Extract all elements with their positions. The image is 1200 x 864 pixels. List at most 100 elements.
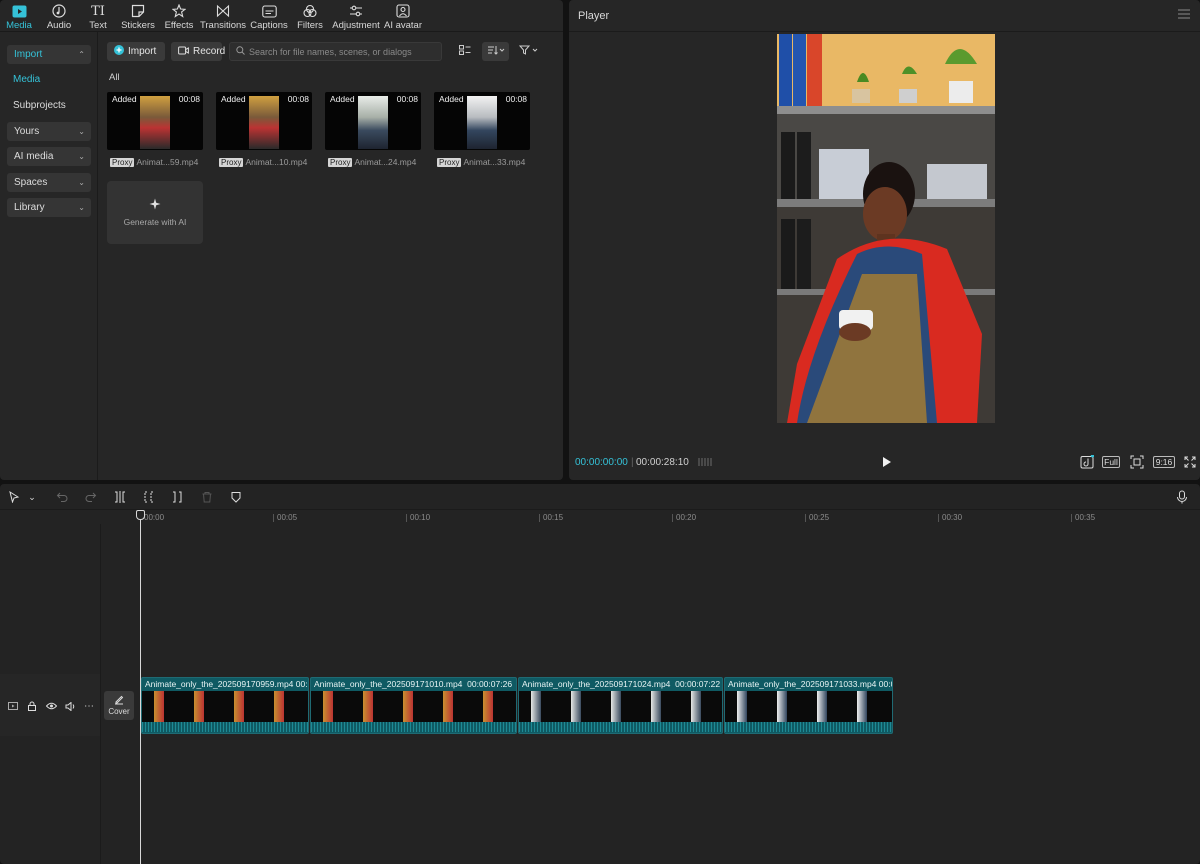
import-button[interactable]: Import bbox=[107, 42, 165, 61]
clip-frame bbox=[639, 691, 679, 723]
delete-button[interactable] bbox=[199, 489, 215, 505]
fit-screen-button[interactable] bbox=[1129, 454, 1145, 470]
clip-label: Animate_only_the_202509171010.mp4 00:00:… bbox=[314, 679, 512, 689]
sidebar-item-library[interactable]: Library ⌄ bbox=[7, 198, 91, 217]
generate-with-ai-button[interactable]: Generate with AI bbox=[107, 181, 203, 244]
captions-icon bbox=[261, 3, 277, 19]
tab-media[interactable]: Media bbox=[0, 0, 38, 32]
file-name: Animat...33.mp4 bbox=[463, 157, 526, 167]
timeline-clip[interactable]: Animate_only_the_202509171024.mp4 00:00:… bbox=[518, 677, 723, 734]
view-toggle-button[interactable] bbox=[456, 42, 474, 61]
tab-stickers-label: Stickers bbox=[121, 20, 155, 31]
playhead[interactable] bbox=[140, 510, 141, 864]
undo-icon bbox=[56, 492, 68, 502]
marker-button[interactable] bbox=[228, 489, 244, 505]
video-preview[interactable] bbox=[777, 34, 995, 423]
shield-icon bbox=[231, 492, 241, 503]
tab-stickers[interactable]: Stickers bbox=[116, 0, 160, 32]
tab-ai-avatar-label: AI avatar bbox=[383, 20, 423, 31]
sidebar-item-yours[interactable]: Yours ⌄ bbox=[7, 122, 91, 141]
thumbnail-image bbox=[358, 96, 388, 149]
tab-audio[interactable]: Audio bbox=[38, 0, 80, 32]
record-button[interactable]: Record bbox=[171, 42, 225, 61]
track-header-divider bbox=[100, 524, 101, 864]
undo-button[interactable] bbox=[54, 489, 70, 505]
clip-frame bbox=[391, 691, 431, 723]
fullscreen-button[interactable] bbox=[1183, 454, 1197, 470]
trash-icon bbox=[202, 492, 212, 503]
media-item-name: Proxy Animat...24.mp4 bbox=[328, 157, 416, 167]
speaker-icon[interactable] bbox=[64, 700, 76, 712]
sparkle-icon bbox=[149, 198, 161, 212]
trim-left-icon bbox=[144, 491, 153, 503]
proxy-badge: Proxy bbox=[219, 157, 244, 167]
duration-label: 00:08 bbox=[505, 94, 527, 104]
full-quality-button[interactable]: Full bbox=[1102, 456, 1120, 468]
tab-ai-avatar[interactable]: AI avatar bbox=[382, 0, 424, 32]
more-options-icon[interactable]: ⋯ bbox=[83, 700, 95, 712]
delete-right-button[interactable] bbox=[169, 489, 185, 505]
tab-effects[interactable]: Effects bbox=[160, 0, 198, 32]
sidebar-item-import[interactable]: Import ⌃ bbox=[7, 45, 91, 64]
sidebar-item-spaces[interactable]: Spaces ⌄ bbox=[7, 173, 91, 192]
delete-left-button[interactable] bbox=[141, 489, 157, 505]
clip-frame bbox=[765, 691, 805, 723]
clip-name: Animate_only_the_202509171010.mp4 bbox=[314, 679, 463, 689]
thumbnail-image bbox=[140, 96, 170, 149]
preview-frame-image bbox=[777, 34, 995, 423]
clip-frame bbox=[182, 691, 222, 723]
filter-button[interactable] bbox=[517, 42, 541, 61]
select-tool-dropdown[interactable]: ⌄ bbox=[24, 489, 40, 505]
clip-frames bbox=[725, 691, 892, 723]
sidebar-item-subprojects[interactable]: Subprojects bbox=[13, 100, 66, 111]
chevron-down-icon: ⌄ bbox=[78, 127, 85, 136]
playhead-handle[interactable] bbox=[136, 510, 145, 520]
tab-media-label: Media bbox=[6, 20, 32, 31]
audio-waveform bbox=[142, 722, 308, 732]
lock-icon[interactable] bbox=[26, 700, 38, 712]
total-time: 00:00:28:10 bbox=[636, 457, 689, 468]
sort-button[interactable] bbox=[482, 42, 509, 61]
play-button[interactable] bbox=[879, 455, 893, 469]
media-item[interactable]: Added 00:08 bbox=[216, 92, 312, 150]
sidebar-item-ai-media[interactable]: AI media ⌄ bbox=[7, 147, 91, 166]
timeline-toolbar: ⌄ bbox=[0, 484, 1200, 510]
microphone-button[interactable] bbox=[1174, 489, 1190, 505]
select-tool-button[interactable] bbox=[6, 489, 22, 505]
sidebar-import-label: Import bbox=[14, 49, 43, 60]
aspect-ratio-button[interactable]: 9:16 bbox=[1153, 456, 1175, 468]
aspect-ratio-label: 9:16 bbox=[1155, 457, 1173, 467]
added-badge: Added bbox=[112, 94, 137, 104]
tab-adjustment[interactable]: Adjustment bbox=[330, 0, 382, 32]
tab-audio-label: Audio bbox=[46, 20, 72, 31]
ruler-tick bbox=[805, 514, 806, 522]
time-ruler[interactable]: 00:00 00:05 00:10 00:15 00:20 00:25 00:3… bbox=[140, 510, 1200, 524]
proxy-badge: Proxy bbox=[437, 157, 462, 167]
tiktok-button[interactable] bbox=[1080, 454, 1094, 470]
cover-button[interactable]: Cover bbox=[104, 691, 134, 720]
timeline-clip[interactable]: Animate_only_the_202509171033.mp4 00:0 bbox=[724, 677, 893, 734]
split-button[interactable] bbox=[112, 489, 128, 505]
top-tab-bar: Media Audio TI Text Stickers Effects Tra… bbox=[0, 0, 563, 32]
media-item[interactable]: Added 00:08 bbox=[434, 92, 530, 150]
redo-button[interactable] bbox=[83, 489, 99, 505]
tab-filters[interactable]: Filters bbox=[290, 0, 330, 32]
timeline-clip[interactable]: Animate_only_the_202509171010.mp4 00:00:… bbox=[310, 677, 517, 734]
media-item[interactable]: Added 00:08 bbox=[325, 92, 421, 150]
search-box bbox=[229, 42, 442, 61]
tab-transitions[interactable]: Transitions bbox=[198, 0, 248, 32]
cursor-icon bbox=[9, 491, 20, 503]
sidebar-item-media[interactable]: Media bbox=[13, 74, 40, 85]
chevron-down-icon: ⌄ bbox=[28, 491, 36, 502]
media-sidebar: Import ⌃ Media Subprojects Yours ⌄ AI me… bbox=[0, 32, 98, 480]
media-item[interactable]: Added 00:08 bbox=[107, 92, 203, 150]
chevron-down-icon: ⌄ bbox=[78, 178, 85, 187]
search-input[interactable] bbox=[249, 46, 439, 57]
tab-text[interactable]: TI Text bbox=[80, 0, 116, 32]
eye-icon[interactable] bbox=[45, 700, 57, 712]
timeline-bars-icon[interactable] bbox=[697, 454, 715, 470]
edit-icon bbox=[114, 695, 124, 707]
timeline-clip[interactable]: Animate_only_the_202509170959.mp4 00:0 bbox=[141, 677, 309, 734]
tab-captions[interactable]: Captions bbox=[248, 0, 290, 32]
menu-icon[interactable] bbox=[1178, 9, 1190, 19]
